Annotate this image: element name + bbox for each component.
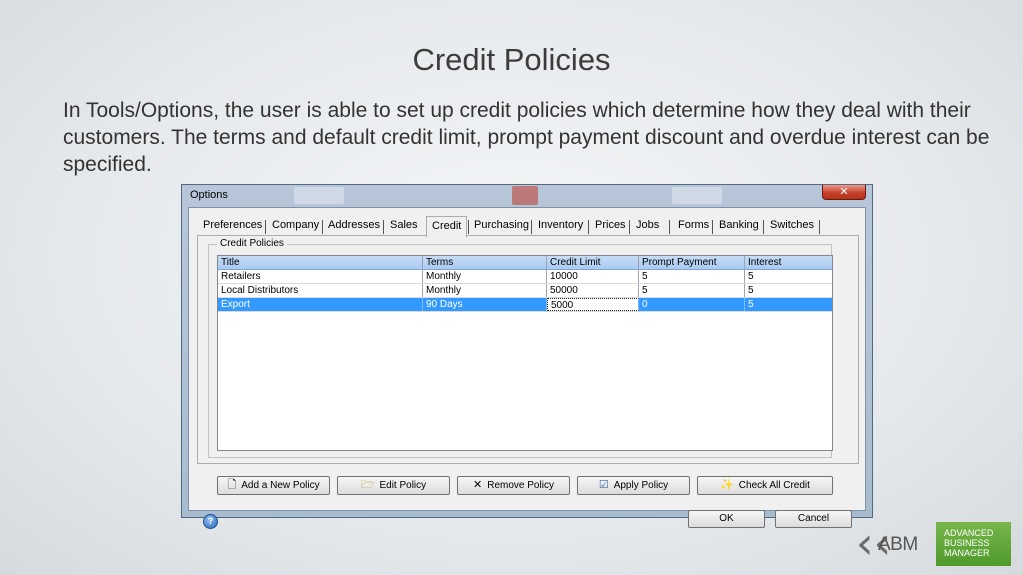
titlebar-blur: [512, 186, 538, 205]
cell-title[interactable]: Retailers: [218, 270, 423, 283]
logo-tagline: ADVANCED BUSINESS MANAGER: [944, 528, 994, 558]
cell-prompt-payment[interactable]: 5: [639, 270, 745, 283]
sparkle-folder-icon: ✨: [720, 479, 734, 491]
tab-separator: [669, 220, 670, 234]
column-header-title[interactable]: Title: [218, 256, 423, 269]
column-header-interest[interactable]: Interest: [745, 256, 832, 269]
tab-purchasing[interactable]: Purchasing: [474, 219, 529, 231]
tab-separator: [712, 220, 713, 234]
ok-button[interactable]: OK: [688, 510, 765, 528]
close-icon: ✕: [839, 186, 849, 198]
tab-separator: [383, 220, 384, 234]
tab-company[interactable]: Company: [272, 219, 319, 231]
cell-title[interactable]: Local Distributors: [218, 284, 423, 297]
table-row[interactable]: Local Distributors Monthly 50000 5 5: [218, 284, 832, 298]
tab-separator: [322, 220, 323, 234]
new-document-icon: 🗋: [227, 479, 237, 491]
tab-separator: [265, 220, 266, 234]
cancel-button[interactable]: Cancel: [775, 510, 852, 528]
cell-terms[interactable]: Monthly: [423, 270, 547, 283]
column-header-credit-limit[interactable]: Credit Limit: [547, 256, 639, 269]
logo-abm-text: ABM: [878, 534, 918, 555]
tab-prices[interactable]: Prices: [595, 219, 626, 231]
cell-interest[interactable]: 5: [745, 298, 832, 311]
check-all-credit-button[interactable]: ✨ Check All Credit: [697, 476, 833, 495]
edit-policy-button[interactable]: 🗁 Edit Policy: [337, 476, 450, 495]
slide-title: Credit Policies: [412, 42, 611, 77]
table-row[interactable]: Retailers Monthly 10000 5 5: [218, 270, 832, 284]
tab-banking[interactable]: Banking: [719, 219, 759, 231]
cell-title[interactable]: Export: [218, 298, 423, 311]
close-button[interactable]: ✕: [822, 185, 866, 200]
column-header-prompt-payment[interactable]: Prompt Payment: [639, 256, 745, 269]
credit-policies-grid[interactable]: Title Terms Credit Limit Prompt Payment …: [217, 255, 833, 451]
cell-prompt-payment[interactable]: 5: [639, 284, 745, 297]
tab-separator: [468, 220, 469, 234]
table-row-selected[interactable]: Export 90 Days 5000 0 5: [218, 298, 832, 312]
grid-header: Title Terms Credit Limit Prompt Payment …: [218, 256, 832, 270]
tab-separator: [588, 220, 589, 234]
add-policy-button[interactable]: 🗋 Add a New Policy: [217, 476, 330, 495]
open-folder-icon: 🗁: [360, 479, 375, 491]
group-label: Credit Policies: [217, 238, 287, 249]
tab-switches[interactable]: Switches: [770, 219, 814, 231]
tab-separator: [531, 220, 532, 234]
titlebar-blur: [672, 187, 722, 204]
options-dialog: Options ✕ Preferences Company Addresses …: [181, 184, 873, 529]
tab-jobs[interactable]: Jobs: [636, 219, 659, 231]
cell-interest[interactable]: 5: [745, 270, 832, 283]
logo-green-panel: ADVANCED BUSINESS MANAGER: [936, 522, 1011, 566]
slide-body-text: In Tools/Options, the user is able to se…: [63, 99, 990, 176]
tab-inventory[interactable]: Inventory: [538, 219, 583, 231]
remove-policy-button[interactable]: ✕ Remove Policy: [457, 476, 570, 495]
tab-separator: [629, 220, 630, 234]
tab-forms[interactable]: Forms: [678, 219, 709, 231]
abm-logo: ‹‹ ABM ADVANCED BUSINESS MANAGER: [856, 522, 1011, 566]
cell-credit-limit[interactable]: 50000: [547, 284, 639, 297]
titlebar-blur: [294, 187, 344, 204]
dialog-titlebar[interactable]: Options ✕: [182, 185, 872, 206]
tab-separator: [819, 220, 820, 234]
cell-credit-limit[interactable]: 10000: [547, 270, 639, 283]
tab-addresses[interactable]: Addresses: [328, 219, 380, 231]
help-icon[interactable]: ?: [203, 514, 218, 529]
apply-policy-button[interactable]: ☑ Apply Policy: [577, 476, 690, 495]
tab-sales[interactable]: Sales: [390, 219, 418, 231]
cell-prompt-payment[interactable]: 0: [639, 298, 745, 311]
tab-separator: [763, 220, 764, 234]
tab-preferences[interactable]: Preferences: [203, 219, 262, 231]
cell-credit-limit-focused[interactable]: 5000: [547, 298, 639, 311]
cell-interest[interactable]: 5: [745, 284, 832, 297]
dialog-client: Preferences Company Addresses Sales Cred…: [188, 207, 866, 529]
cell-terms[interactable]: 90 Days: [423, 298, 547, 311]
checklist-icon: ☑: [598, 479, 609, 491]
column-header-terms[interactable]: Terms: [423, 256, 547, 269]
x-icon: ✕: [473, 479, 483, 491]
dialog-title: Options: [190, 189, 228, 201]
tab-credit[interactable]: Credit: [426, 216, 468, 238]
cell-terms[interactable]: Monthly: [423, 284, 547, 297]
